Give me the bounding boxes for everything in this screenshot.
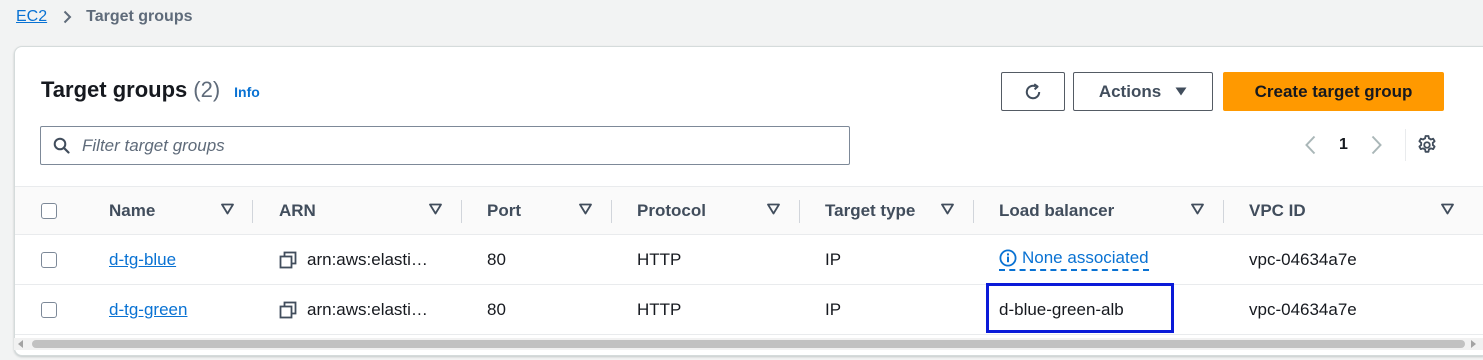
vpc-id-value: vpc-04634a7e [1249,249,1357,269]
page-title: Target groups [41,77,188,102]
port-value: 80 [487,249,506,269]
sort-icon[interactable] [579,203,592,215]
target-group-name-link[interactable]: d-tg-green [109,300,187,320]
previous-page-icon[interactable] [1299,135,1321,155]
sort-icon[interactable] [767,203,780,215]
row-checkbox[interactable] [41,252,57,268]
sort-icon[interactable] [1441,203,1454,215]
column-divider[interactable] [973,200,974,223]
row-checkbox[interactable] [41,302,57,318]
port-value: 80 [487,299,506,319]
pagination: 1 [1299,133,1388,157]
target-group-name-link[interactable]: d-tg-blue [109,250,176,270]
refresh-button[interactable] [1001,72,1065,111]
column-header-port[interactable]: Port [487,187,521,234]
divider [1405,129,1406,161]
current-page-number[interactable]: 1 [1339,136,1348,154]
protocol-value: HTTP [637,299,682,319]
select-all-checkbox[interactable] [41,203,57,219]
table-header: Name ARN Port Protocol Target type Load … [15,186,1483,235]
column-header-vpc-id[interactable]: VPC ID [1249,187,1306,234]
sort-icon[interactable] [429,203,442,215]
caret-down-icon [1175,87,1187,96]
arn-value: arn:aws:elasti… [307,249,428,269]
search-icon [53,137,70,154]
column-divider[interactable] [611,200,612,223]
chevron-right-icon [63,10,72,24]
column-divider[interactable] [461,200,462,223]
breadcrumb: EC2 Target groups [16,6,193,28]
filter-input[interactable] [80,134,824,157]
item-count: (2) [193,77,221,102]
target-type-value: IP [825,249,842,269]
panel-header: Target groups (2) Info [41,77,260,103]
target-groups-panel: Target groups (2) Info Actions Create ta… [14,46,1483,356]
sort-icon[interactable] [941,203,954,215]
column-header-load-balancer[interactable]: Load balancer [999,187,1114,234]
create-target-group-button[interactable]: Create target group [1223,72,1444,111]
column-divider[interactable] [1223,200,1224,223]
breadcrumb-current: Target groups [86,8,193,25]
scrollbar-thumb[interactable] [32,340,1465,348]
vpc-id-value: vpc-04634a7e [1249,299,1357,319]
actions-label: Actions [1098,81,1162,101]
info-icon [999,249,1017,267]
column-header-name[interactable]: Name [109,187,155,234]
load-balancer-value: None associated [1022,248,1149,267]
filter-box [40,126,850,165]
copy-icon[interactable] [279,251,297,269]
column-divider[interactable] [252,200,253,223]
scroll-right-arrow-icon[interactable] [1470,340,1476,348]
copy-icon[interactable] [279,301,297,319]
target-type-value: IP [825,299,842,319]
gear-icon[interactable] [1416,134,1438,156]
next-page-icon[interactable] [1366,135,1388,155]
table-row[interactable]: d-tg-green arn:aws:elasti… 80 HTTP IP d-… [15,285,1483,335]
horizontal-scrollbar[interactable] [14,338,1483,350]
table-row[interactable]: d-tg-blue arn:aws:elasti… 80 HTTP IP Non… [15,235,1483,285]
info-link[interactable]: Info [234,84,260,100]
column-header-arn[interactable]: ARN [279,187,316,234]
refresh-icon [1023,82,1043,102]
sort-icon[interactable] [1191,203,1204,215]
column-header-protocol[interactable]: Protocol [637,187,706,234]
none-associated-popover[interactable]: None associated [999,248,1149,271]
breadcrumb-ec2-link[interactable]: EC2 [16,8,47,26]
sort-icon[interactable] [221,203,234,215]
highlight-box [986,283,1174,333]
actions-dropdown[interactable]: Actions [1073,72,1213,111]
arn-value: arn:aws:elasti… [307,299,428,319]
protocol-value: HTTP [637,249,682,269]
scroll-left-arrow-icon[interactable] [18,340,24,348]
column-divider[interactable] [799,200,800,223]
column-header-target-type[interactable]: Target type [825,187,915,234]
